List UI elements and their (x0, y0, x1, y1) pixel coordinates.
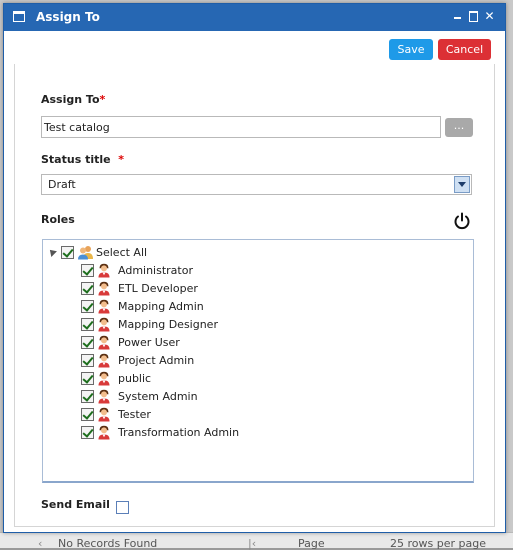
role-item: Transformation Admin (81, 423, 239, 441)
role-checkbox[interactable] (81, 389, 94, 403)
role-label: Power User (118, 335, 180, 349)
maximize-icon[interactable] (468, 9, 479, 23)
dialog-titlebar: Assign To ✕ (4, 4, 505, 31)
collapse-arrow-icon[interactable] (47, 247, 57, 257)
assign-to-dialog: Assign To ✕ Save Cancel Assign To* Test … (3, 3, 506, 533)
cancel-button[interactable]: Cancel (438, 39, 491, 60)
role-item: Mapping Admin (81, 297, 204, 315)
user-icon (98, 263, 110, 277)
tree-root-select-all: Select All (47, 243, 147, 261)
user-icon (98, 281, 110, 295)
status-title-select[interactable]: Draft (41, 174, 472, 195)
required-marker: * (118, 153, 125, 166)
role-item: Administrator (81, 261, 193, 279)
user-icon (98, 425, 110, 439)
status-title-label: Status title * (41, 153, 124, 166)
required-marker: * (99, 93, 106, 106)
role-label: Tester (118, 407, 151, 421)
role-item: ETL Developer (81, 279, 198, 297)
user-icon (98, 371, 110, 385)
role-checkbox[interactable] (81, 371, 94, 385)
role-checkbox[interactable] (81, 353, 94, 367)
window-icon (13, 11, 25, 22)
send-email-label: Send Email (41, 498, 110, 511)
user-icon (98, 317, 110, 331)
user-icon (98, 335, 110, 349)
role-label: Mapping Admin (118, 299, 204, 313)
role-item: System Admin (81, 387, 198, 405)
save-button[interactable]: Save (389, 39, 433, 60)
role-label: Project Admin (118, 353, 195, 367)
status-title-label-text: Status title (41, 153, 111, 166)
role-label: public (118, 371, 152, 385)
user-group-icon (78, 245, 93, 259)
power-icon[interactable] (453, 212, 471, 230)
pager-first-icon: |‹ (248, 537, 257, 550)
background-pager: ‹ No Records Found |‹ Page 25 rows per p… (0, 532, 513, 550)
dialog-title: Assign To (36, 10, 100, 24)
role-label: System Admin (118, 389, 198, 403)
assign-to-label-text: Assign To (41, 93, 100, 106)
role-label: Administrator (118, 263, 193, 277)
role-item: public (81, 369, 151, 387)
role-item: Power User (81, 333, 180, 351)
browse-button[interactable]: ... (445, 118, 473, 137)
minimize-icon[interactable] (452, 9, 463, 21)
dropdown-arrow-icon[interactable] (454, 176, 470, 193)
assign-to-label: Assign To* (41, 93, 105, 106)
pager-records-text: No Records Found (58, 537, 158, 550)
role-label: Transformation Admin (118, 425, 240, 439)
select-all-checkbox[interactable] (61, 245, 74, 259)
role-item: Tester (81, 405, 151, 423)
status-title-value: Draft (48, 178, 76, 191)
role-label: ETL Developer (118, 281, 198, 295)
role-checkbox[interactable] (81, 407, 94, 421)
role-label: Mapping Designer (118, 317, 218, 331)
role-checkbox[interactable] (81, 299, 94, 313)
roles-label: Roles (41, 213, 75, 226)
role-checkbox[interactable] (81, 317, 94, 331)
user-icon (98, 353, 110, 367)
pager-page-label: Page (298, 537, 325, 550)
pager-prev-icon: ‹ (38, 537, 43, 550)
role-item: Project Admin (81, 351, 194, 369)
close-icon[interactable]: ✕ (484, 9, 495, 23)
assign-to-input[interactable]: Test catalog (41, 116, 441, 138)
role-checkbox[interactable] (81, 263, 94, 277)
role-checkbox[interactable] (81, 425, 94, 439)
user-icon (98, 389, 110, 403)
select-all-label: Select All (96, 245, 148, 259)
window-controls: ✕ (452, 9, 495, 23)
roles-tree[interactable]: Select All Administrator ETL Developer Map… (42, 239, 474, 483)
pager-rows-per-page: 25 rows per page (390, 537, 486, 550)
role-checkbox[interactable] (81, 281, 94, 295)
role-item: Mapping Designer (81, 315, 218, 333)
role-checkbox[interactable] (81, 335, 94, 349)
user-icon (98, 299, 110, 313)
user-icon (98, 407, 110, 421)
send-email-checkbox[interactable] (116, 501, 129, 514)
